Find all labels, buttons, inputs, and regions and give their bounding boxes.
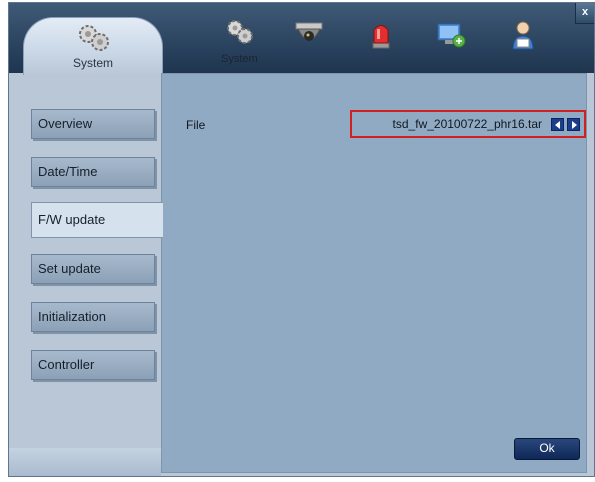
tool-camera[interactable] (291, 17, 327, 57)
tool-user[interactable] (505, 17, 541, 57)
tool-alarm[interactable] (363, 17, 399, 57)
sidebar-item-label: Initialization (38, 309, 106, 324)
settings-window: System System x Overview Date/Time F/W u… (8, 2, 595, 477)
file-label: File (186, 118, 206, 132)
sidebar-item-controller[interactable]: Controller (31, 350, 155, 380)
sidebar-item-date-time[interactable]: Date/Time (31, 157, 155, 187)
sidebar-item-label: Set update (38, 261, 101, 276)
file-name-value: tsd_fw_20100722_phr16.tar (392, 117, 542, 131)
fw-update-panel: File tsd_fw_20100722_phr16.tar Ok (161, 73, 587, 473)
ok-button[interactable]: Ok (514, 438, 580, 460)
camera-icon (291, 22, 327, 57)
sidebar-item-label: Overview (38, 116, 93, 131)
tab-system[interactable]: System (23, 17, 163, 75)
network-icon (433, 23, 469, 57)
user-icon (505, 21, 541, 57)
sidebar-item-set-update[interactable]: Set update (31, 254, 155, 284)
close-button[interactable]: x (575, 3, 594, 24)
gears-icon (76, 22, 112, 59)
file-selector[interactable]: tsd_fw_20100722_phr16.tar (350, 110, 586, 138)
next-file-button[interactable] (567, 118, 580, 131)
previous-file-button[interactable] (551, 118, 564, 131)
tool-system[interactable]: System (221, 17, 258, 65)
alarm-icon (363, 25, 399, 57)
sidebar-item-label: Controller (38, 357, 95, 372)
tab-system-label: System (72, 56, 113, 70)
sidebar-item-fw-update[interactable]: F/W update (31, 202, 163, 238)
tool-system-label: System (221, 53, 258, 65)
sidebar-item-overview[interactable]: Overview (31, 109, 155, 139)
ok-button-label: Ok (539, 441, 555, 455)
top-toolbar: System System x (9, 3, 594, 75)
sidebar-item-initialization[interactable]: Initialization (31, 302, 155, 332)
tool-network[interactable] (433, 17, 469, 57)
gears-icon (221, 20, 257, 51)
close-icon: x (581, 6, 589, 18)
sidebar-footer (9, 448, 161, 476)
sidebar-item-label: F/W update (38, 212, 106, 227)
sidebar-item-label: Date/Time (38, 164, 98, 179)
